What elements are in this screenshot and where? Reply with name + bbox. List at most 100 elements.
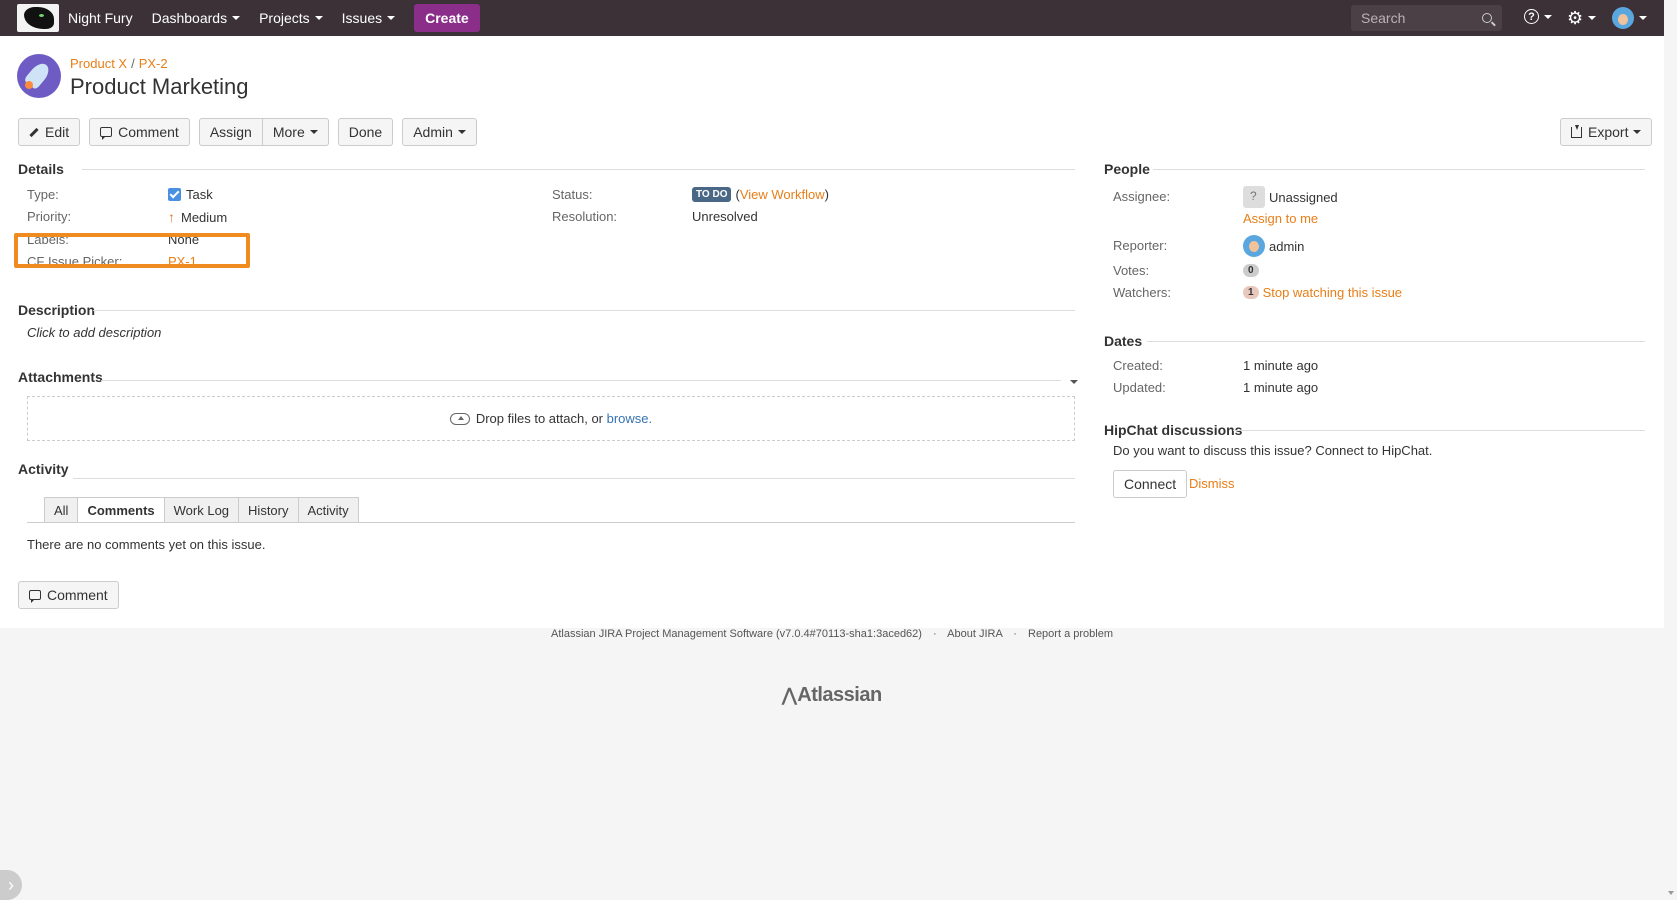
priority-label: Priority: xyxy=(27,209,72,224)
assignee-value[interactable]: Unassigned xyxy=(1243,186,1338,208)
description-heading[interactable]: Description xyxy=(18,302,95,318)
more-button[interactable]: More xyxy=(262,118,329,146)
atlassian-mark-icon: ⋀ xyxy=(782,685,797,705)
reporter-label: Reporter: xyxy=(1113,238,1168,253)
atlassian-logo-text: Atlassian xyxy=(797,684,882,706)
watchers-value: 1 Stop watching this issue xyxy=(1243,285,1402,300)
dismiss-link[interactable]: Dismiss xyxy=(1189,476,1235,491)
comment-icon xyxy=(100,127,113,140)
issue-page: Product X / PX-2 Product Marketing Edit Co… xyxy=(0,36,1664,628)
dragon-eye-icon xyxy=(39,14,44,17)
attachments-options-icon[interactable] xyxy=(1070,380,1078,384)
assign-to-me-link[interactable]: Assign to me xyxy=(1243,211,1318,226)
status-label: Status: xyxy=(552,187,593,202)
chevron-down-icon xyxy=(1588,16,1597,20)
browse-link[interactable]: browse. xyxy=(607,411,653,426)
nav-dashboards[interactable]: Dashboards xyxy=(152,10,241,26)
votes-count-badge: 0 xyxy=(1243,264,1259,277)
resolution-value: Unresolved xyxy=(692,209,758,224)
stop-watching-link[interactable]: Stop watching this issue xyxy=(1263,285,1402,300)
app-logo[interactable] xyxy=(17,4,59,32)
attachments-heading[interactable]: Attachments xyxy=(18,369,103,385)
tab-history[interactable]: History xyxy=(238,497,298,523)
chevron-down-icon xyxy=(309,130,318,134)
search-input[interactable] xyxy=(1361,10,1471,26)
type-value-text: Task xyxy=(186,187,213,202)
nav-projects[interactable]: Projects xyxy=(259,10,323,26)
priority-value[interactable]: ↑ Medium xyxy=(168,209,227,225)
tab-work-log[interactable]: Work Log xyxy=(163,497,239,523)
hipchat-heading[interactable]: HipChat discussions xyxy=(1104,422,1242,438)
created-value: 1 minute ago xyxy=(1243,358,1319,373)
people-heading[interactable]: People xyxy=(1104,161,1150,177)
app-name[interactable]: Night Fury xyxy=(68,10,133,26)
sidebar-expand-button[interactable]: › xyxy=(0,870,22,900)
dates-divider xyxy=(1147,341,1645,342)
atlassian-logo[interactable]: ⋀Atlassian xyxy=(782,684,882,707)
help-menu[interactable]: ? xyxy=(1524,9,1552,24)
drop-text: Drop files to attach, or xyxy=(475,411,603,426)
footer-dot: · xyxy=(933,628,937,640)
chevron-down-icon xyxy=(1544,14,1552,19)
people-divider xyxy=(1153,169,1645,170)
add-comment-button[interactable]: Comment xyxy=(18,581,119,609)
reporter-value-text: admin xyxy=(1269,238,1305,254)
activity-divider xyxy=(73,478,1075,479)
tab-activity[interactable]: Activity xyxy=(297,497,359,523)
description-placeholder[interactable]: Click to add description xyxy=(27,325,161,340)
search-icon[interactable] xyxy=(1482,13,1492,23)
export-button[interactable]: Export xyxy=(1560,118,1653,146)
activity-heading[interactable]: Activity xyxy=(18,461,69,477)
no-comments-text: There are no comments yet on this issue. xyxy=(27,537,266,552)
nav-dashboards-label: Dashboards xyxy=(151,10,228,26)
arrow-up-icon: ↑ xyxy=(168,209,175,225)
nav-projects-label: Projects xyxy=(259,10,310,26)
view-workflow-link[interactable]: View Workflow xyxy=(740,187,825,202)
connect-button[interactable]: Connect xyxy=(1113,470,1188,498)
footer: Atlassian JIRA Project Management Softwa… xyxy=(0,628,1664,640)
task-icon xyxy=(168,188,181,201)
comment-button[interactable]: Comment xyxy=(89,118,190,146)
edit-label: Edit xyxy=(45,124,70,140)
gear-icon: ⚙ xyxy=(1567,8,1584,28)
hipchat-text: Do you want to discuss this issue? Conne… xyxy=(1113,443,1433,458)
tab-comments[interactable]: Comments xyxy=(77,497,164,523)
breadcrumb-issue-key[interactable]: PX-2 xyxy=(139,56,168,71)
chevron-down-icon xyxy=(387,16,396,20)
project-avatar[interactable] xyxy=(17,54,61,98)
created-label: Created: xyxy=(1113,358,1163,373)
report-problem-link[interactable]: Report a problem xyxy=(1028,628,1113,640)
assignee-value-text: Unassigned xyxy=(1269,189,1338,205)
watchers-count-badge[interactable]: 1 xyxy=(1243,286,1259,299)
assign-button[interactable]: Assign xyxy=(198,118,263,146)
status-value: TO DO(View Workflow) xyxy=(692,187,829,202)
details-heading[interactable]: Details xyxy=(18,161,64,177)
scroll-down-arrow-icon[interactable] xyxy=(1668,891,1674,895)
hipchat-divider xyxy=(1233,430,1645,431)
about-jira-link[interactable]: About JIRA xyxy=(947,628,1002,640)
search-box xyxy=(1351,5,1502,31)
admin-button[interactable]: Admin xyxy=(402,118,477,146)
export-label: Export xyxy=(1588,124,1629,140)
unassigned-avatar xyxy=(1243,186,1265,208)
reporter-value[interactable]: admin xyxy=(1243,235,1304,257)
nav-issues[interactable]: Issues xyxy=(342,10,396,26)
tabs-underline xyxy=(27,522,1075,523)
dates-heading[interactable]: Dates xyxy=(1104,333,1142,349)
admin-menu[interactable]: ⚙ xyxy=(1567,8,1597,28)
chevron-down-icon xyxy=(457,130,466,134)
edit-button[interactable]: Edit xyxy=(18,118,81,146)
issue-title[interactable]: Product Marketing xyxy=(70,74,249,100)
create-button[interactable]: Create xyxy=(414,4,480,32)
tab-all[interactable]: All xyxy=(44,497,78,523)
vertical-scrollbar[interactable] xyxy=(1664,0,1677,900)
user-menu[interactable] xyxy=(1612,7,1647,29)
footer-software-text: Atlassian JIRA Project Management Softwa… xyxy=(551,628,922,640)
chevron-right-icon: › xyxy=(8,874,14,895)
breadcrumb-project[interactable]: Product X xyxy=(70,56,127,71)
votes-value[interactable]: 0 xyxy=(1243,264,1263,277)
chevron-down-icon xyxy=(1639,16,1647,20)
comment-label: Comment xyxy=(118,124,179,140)
attachment-drop-zone[interactable]: Drop files to attach, or browse. xyxy=(27,396,1075,441)
done-button[interactable]: Done xyxy=(337,118,394,146)
